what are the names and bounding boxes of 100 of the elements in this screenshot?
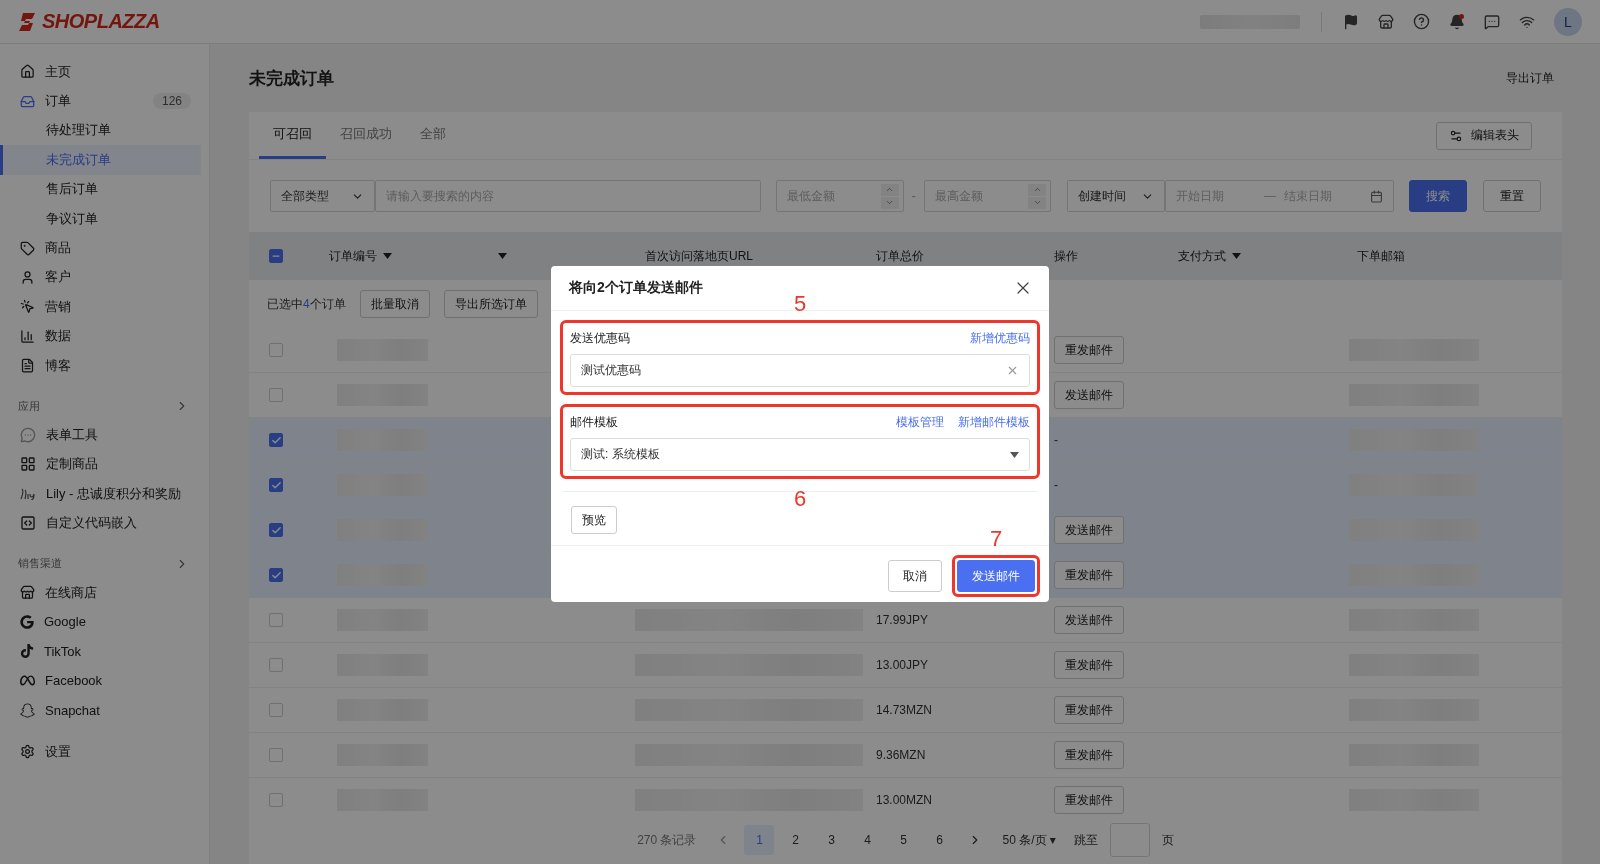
date-type-select[interactable]: 创建时间 <box>1067 180 1165 212</box>
sidebar-item[interactable]: 自定义代码嵌入 <box>0 508 201 538</box>
sidebar-item[interactable]: 设置 <box>0 736 201 767</box>
code-icon <box>20 515 36 532</box>
page-number[interactable]: 3 <box>816 825 847 855</box>
dialog-title: 将向2个订单发送邮件 <box>569 279 703 297</box>
template-select[interactable]: 测试: 系统模板 <box>570 438 1030 471</box>
sidebar-item[interactable]: 表单工具 <box>0 420 201 450</box>
column-header: 下单邮箱 <box>1357 247 1405 265</box>
text-link[interactable]: 新增优惠码 <box>970 329 1030 347</box>
search-button[interactable]: 搜索 <box>1409 180 1468 212</box>
column-header: 订单总价 <box>876 247 924 265</box>
reset-button[interactable]: 重置 <box>1483 180 1541 212</box>
sidebar-item[interactable]: 争议订单 <box>0 203 201 234</box>
settings-icon <box>20 744 35 759</box>
column-header: 订单编号 <box>329 247 377 265</box>
sidebar-item[interactable]: 在线商店 <box>0 577 201 608</box>
bulk-action-button[interactable]: 批量取消 <box>359 290 430 318</box>
user-avatar[interactable]: L <box>1554 7 1582 36</box>
row-checkbox[interactable] <box>269 433 283 447</box>
row-checkbox[interactable] <box>269 523 283 537</box>
filter-caret-icon[interactable] <box>498 253 507 259</box>
select-all-checkbox[interactable] <box>269 249 283 263</box>
store-icon[interactable] <box>1378 13 1394 30</box>
message-icon[interactable] <box>1484 13 1500 30</box>
tab[interactable]: 全部 <box>406 112 460 159</box>
page-number[interactable]: 5 <box>888 825 919 855</box>
bulk-action-button[interactable]: 导出所选订单 <box>443 290 538 318</box>
row-checkbox[interactable] <box>269 478 283 492</box>
range-separator: - <box>911 189 916 203</box>
page-number[interactable]: 4 <box>852 825 883 855</box>
sidebar-item[interactable]: Lily - 忠诚度积分和奖励 <box>0 479 201 509</box>
filter-caret-icon[interactable] <box>383 253 392 259</box>
sidebar-item[interactable]: 定制商品 <box>0 449 201 480</box>
sidebar-item[interactable]: 商品 <box>0 233 201 263</box>
field-label: 邮件模板 <box>570 413 618 431</box>
order-total: 13.00MZN <box>876 793 933 807</box>
tab[interactable]: 召回成功 <box>326 112 406 159</box>
logo-icon <box>18 11 38 32</box>
email-action-button[interactable]: 重发邮件 <box>1054 561 1124 589</box>
sidebar-item[interactable]: 客户 <box>0 262 201 293</box>
coupon-field[interactable]: 测试优惠码 <box>570 354 1030 387</box>
tiktok-logo-icon <box>20 644 34 659</box>
sidebar-item[interactable]: TikTok <box>0 636 201 667</box>
row-checkbox[interactable] <box>269 658 283 672</box>
row-checkbox[interactable] <box>269 613 283 627</box>
send-email-button[interactable]: 发送邮件 <box>957 560 1035 592</box>
flag-icon[interactable] <box>1343 13 1359 30</box>
sidebar-item[interactable]: Google <box>0 607 201 637</box>
preview-button[interactable]: 预览 <box>571 506 617 534</box>
order-total: 14.73MZN <box>876 703 933 717</box>
sidebar-item[interactable]: 营销 <box>0 292 201 322</box>
caret-icon <box>1010 451 1019 458</box>
help-icon[interactable] <box>1413 13 1430 30</box>
order-total: 17.99JPY <box>876 613 929 627</box>
text-link[interactable]: 新增邮件模板 <box>958 413 1030 431</box>
type-select[interactable]: 全部类型 <box>270 180 375 212</box>
ghost-logo-icon <box>20 702 35 718</box>
row-checkbox[interactable] <box>269 388 283 402</box>
section-heading: 销售渠道 <box>18 556 62 572</box>
column-header: 首次访问落地页URL <box>645 247 753 265</box>
export-link[interactable]: 导出订单 <box>1506 69 1554 87</box>
script-logo-icon <box>20 487 36 500</box>
email-action-button[interactable]: 发送邮件 <box>1054 606 1124 634</box>
sidebar-item[interactable]: Facebook <box>0 666 201 696</box>
row-checkbox[interactable] <box>269 343 283 357</box>
email-action-button[interactable]: 重发邮件 <box>1054 786 1124 814</box>
row-checkbox[interactable] <box>269 568 283 582</box>
sidebar-item[interactable]: 博客 <box>0 350 201 381</box>
email-action-button[interactable]: 重发邮件 <box>1054 741 1124 769</box>
tag-icon <box>20 240 35 256</box>
jump-label: 跳至 <box>1073 831 1098 849</box>
email-action-button[interactable]: 重发邮件 <box>1054 696 1124 724</box>
page-size-select[interactable]: 50 条/页 ▾ <box>1002 831 1056 849</box>
empty-dash: - <box>1054 478 1058 492</box>
row-checkbox[interactable] <box>269 703 283 717</box>
page-number[interactable]: 6 <box>924 825 955 855</box>
cancel-button[interactable]: 取消 <box>888 560 942 592</box>
record-count: 270 条记录 <box>637 831 697 849</box>
email-action-button[interactable]: 发送邮件 <box>1054 381 1124 409</box>
row-checkbox[interactable] <box>269 793 283 807</box>
edit-columns-button[interactable]: 编辑表头 <box>1436 121 1532 150</box>
clear-icon[interactable] <box>1006 364 1019 377</box>
text-link[interactable]: 模板管理 <box>896 413 944 431</box>
page-number[interactable]: 2 <box>780 825 811 855</box>
filter-caret-icon[interactable] <box>1232 253 1241 259</box>
sidebar-item[interactable]: Snapchat <box>0 695 201 725</box>
document-icon <box>20 358 35 374</box>
bell-icon[interactable] <box>1449 13 1465 30</box>
row-checkbox[interactable] <box>269 748 283 762</box>
empty-dash: - <box>1054 433 1058 447</box>
person-icon <box>20 269 35 285</box>
sidebar-item[interactable]: 订单 126 <box>0 86 201 116</box>
tab[interactable]: 可召回 <box>259 112 326 159</box>
sidebar-item[interactable]: 主页 <box>0 57 201 87</box>
store-icon <box>20 585 35 601</box>
sidebar-item[interactable]: 数据 <box>0 321 201 351</box>
email-action-button[interactable]: 发送邮件 <box>1054 516 1124 544</box>
email-action-button[interactable]: 重发邮件 <box>1054 336 1124 364</box>
email-action-button[interactable]: 重发邮件 <box>1054 651 1124 679</box>
